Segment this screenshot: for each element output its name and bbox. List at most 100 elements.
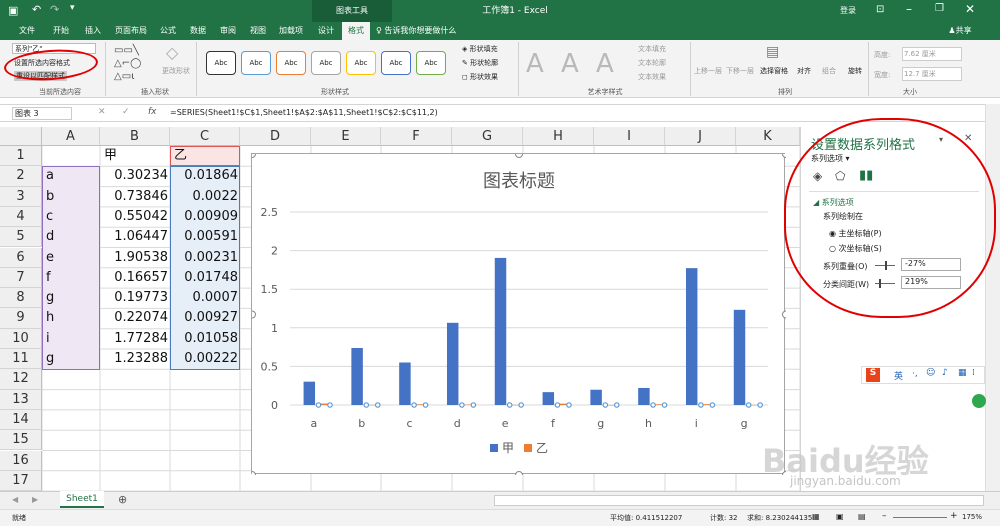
table-cell[interactable]: 0.00927 xyxy=(170,308,238,328)
enter-icon[interactable]: ✓ xyxy=(122,107,130,117)
table-cell[interactable]: d xyxy=(46,227,96,247)
new-sheet-icon[interactable]: ⊕ xyxy=(118,493,127,506)
page-break-icon[interactable]: ▤ xyxy=(858,512,866,521)
table-cell[interactable]: 0.00231 xyxy=(170,248,238,268)
minimize-icon[interactable]: – xyxy=(906,2,912,16)
row-header[interactable]: 4 xyxy=(0,206,42,228)
column-header[interactable]: F xyxy=(381,127,452,146)
zoom-out-icon[interactable]: – xyxy=(882,511,887,521)
close-icon[interactable]: ✕ xyxy=(965,2,975,16)
tab-data[interactable]: 数据 xyxy=(184,22,212,40)
sheet-tab-sheet1[interactable]: Sheet1 xyxy=(60,491,104,508)
zoom-in-icon[interactable]: + xyxy=(950,511,958,521)
tell-me-box[interactable]: ♀ 告诉我你想要做什么 xyxy=(376,22,476,40)
column-header[interactable]: H xyxy=(523,127,594,146)
zoom-level[interactable]: 175% xyxy=(962,513,982,521)
shape-style-5[interactable]: Abc xyxy=(346,51,376,75)
row-header[interactable]: 12 xyxy=(0,369,42,390)
share-button[interactable]: ♟共享 xyxy=(940,22,980,40)
table-cell[interactable]: 0.01864 xyxy=(170,166,238,186)
column-header[interactable]: J xyxy=(665,127,736,146)
tab-insert[interactable]: 插入 xyxy=(78,22,108,40)
table-cell[interactable]: h xyxy=(46,308,96,328)
tab-review[interactable]: 审阅 xyxy=(214,22,242,40)
column-header[interactable]: A xyxy=(42,127,100,146)
scroll-right-icon[interactable]: ▶ xyxy=(32,495,38,504)
row-header[interactable]: 14 xyxy=(0,409,42,431)
shape-outline-button[interactable]: ✎ 形状轮廓 xyxy=(462,58,498,68)
table-cell[interactable]: e xyxy=(46,248,96,268)
shape-effects-button[interactable]: ◻ 形状效果 xyxy=(462,72,498,82)
table-cell[interactable]: g xyxy=(46,349,96,369)
table-cell[interactable]: i xyxy=(46,329,96,349)
ribbon-display-icon[interactable]: ⊡ xyxy=(876,4,884,15)
wordart-style-1[interactable]: A xyxy=(526,49,544,79)
text-fill-button[interactable]: 文本填充 xyxy=(638,44,666,54)
row-header[interactable]: 11 xyxy=(0,349,42,370)
align-button[interactable]: 对齐 xyxy=(797,66,811,76)
row-header[interactable]: 1 xyxy=(0,146,42,167)
row-header[interactable]: 15 xyxy=(0,430,42,451)
group-button[interactable]: 组合 xyxy=(822,66,836,76)
undo-icon[interactable]: ↶ xyxy=(32,3,41,16)
table-cell[interactable]: 0.01748 xyxy=(170,268,238,288)
table-cell[interactable]: 0.01058 xyxy=(170,329,238,349)
column-header[interactable]: G xyxy=(452,127,523,146)
table-cell[interactable]: 0.0007 xyxy=(170,288,239,308)
shapes-gallery[interactable]: ▭▭╲ △⌐◯ △▭ɩ xyxy=(114,44,141,83)
row-header[interactable]: 17 xyxy=(0,470,42,492)
table-cell[interactable]: 0.00222 xyxy=(170,349,238,369)
bring-forward-button[interactable]: 上移一层 xyxy=(694,66,722,76)
column-header[interactable]: E xyxy=(311,127,381,146)
table-cell[interactable]: a xyxy=(46,166,96,186)
row-header[interactable]: 6 xyxy=(0,247,42,268)
column-header[interactable]: B xyxy=(100,127,170,146)
shape-style-7[interactable]: Abc xyxy=(416,51,446,75)
table-cell[interactable]: 0.22074 xyxy=(100,308,168,328)
row-header[interactable]: 5 xyxy=(0,227,42,248)
row-header[interactable]: 8 xyxy=(0,288,42,309)
redo-icon[interactable]: ↷ xyxy=(50,3,59,16)
tab-format[interactable]: 格式 xyxy=(342,22,370,40)
text-effects-button[interactable]: 文本效果 xyxy=(638,72,666,82)
tab-design[interactable]: 设计 xyxy=(312,22,340,40)
name-box[interactable]: 图表 3 xyxy=(12,107,72,120)
ime-toolbar[interactable]: S 英 ·, ☺ ♪ ▦ ⁞ xyxy=(861,366,985,384)
table-cell[interactable]: b xyxy=(46,187,96,207)
save-icon[interactable]: ▣ xyxy=(8,4,18,17)
tab-addins[interactable]: 加载项 xyxy=(274,22,308,40)
table-cell[interactable]: 1.23288 xyxy=(100,349,168,369)
table-cell[interactable]: 1.77284 xyxy=(100,329,168,349)
shape-style-4[interactable]: Abc xyxy=(311,51,341,75)
text-outline-button[interactable]: 文本轮廓 xyxy=(638,58,666,68)
table-cell[interactable]: g xyxy=(46,288,96,308)
table-cell[interactable]: 0.00591 xyxy=(170,227,238,247)
send-backward-button[interactable]: 下移一层 xyxy=(726,66,754,76)
table-cell[interactable]: 0.00909 xyxy=(170,207,238,227)
selection-pane-button[interactable]: 选择窗格 xyxy=(760,66,788,76)
table-cell[interactable]: f xyxy=(46,268,96,288)
change-shape-button[interactable]: 更改形状 xyxy=(162,66,190,76)
function-icon[interactable]: fx xyxy=(148,107,157,117)
formula-text[interactable]: =SERIES(Sheet1!$C$1,Sheet1!$A$2:$A$11,Sh… xyxy=(170,108,438,117)
tab-formulas[interactable]: 公式 xyxy=(154,22,182,40)
cancel-icon[interactable]: ✕ xyxy=(98,107,106,117)
wordart-style-2[interactable]: A xyxy=(561,49,579,79)
shape-style-1[interactable]: Abc xyxy=(206,51,236,75)
row-header[interactable]: 7 xyxy=(0,267,42,289)
zoom-slider[interactable] xyxy=(893,517,947,518)
row-header[interactable]: 9 xyxy=(0,308,42,329)
shape-style-3[interactable]: Abc xyxy=(276,51,306,75)
table-cell[interactable]: 0.30234 xyxy=(100,166,168,186)
chart-area[interactable]: 图表标题 0 0.5 1 1.5 2 2.5 a b c d e f g h i g 甲 乙 xyxy=(248,150,790,479)
table-cell[interactable]: 1.06447 xyxy=(100,227,168,247)
table-cell[interactable]: 0.0022 xyxy=(170,187,239,207)
shape-style-6[interactable]: Abc xyxy=(381,51,411,75)
shape-fill-button[interactable]: ◈ 形状填充 xyxy=(462,44,498,54)
table-cell[interactable]: 0.55042 xyxy=(100,207,168,227)
login-link[interactable]: 登录 xyxy=(840,5,856,16)
column-header[interactable]: I xyxy=(594,127,665,146)
table-cell[interactable]: c xyxy=(46,207,96,227)
column-header[interactable]: K xyxy=(736,127,800,146)
edit-shape-icon[interactable]: ◇ xyxy=(166,43,178,62)
